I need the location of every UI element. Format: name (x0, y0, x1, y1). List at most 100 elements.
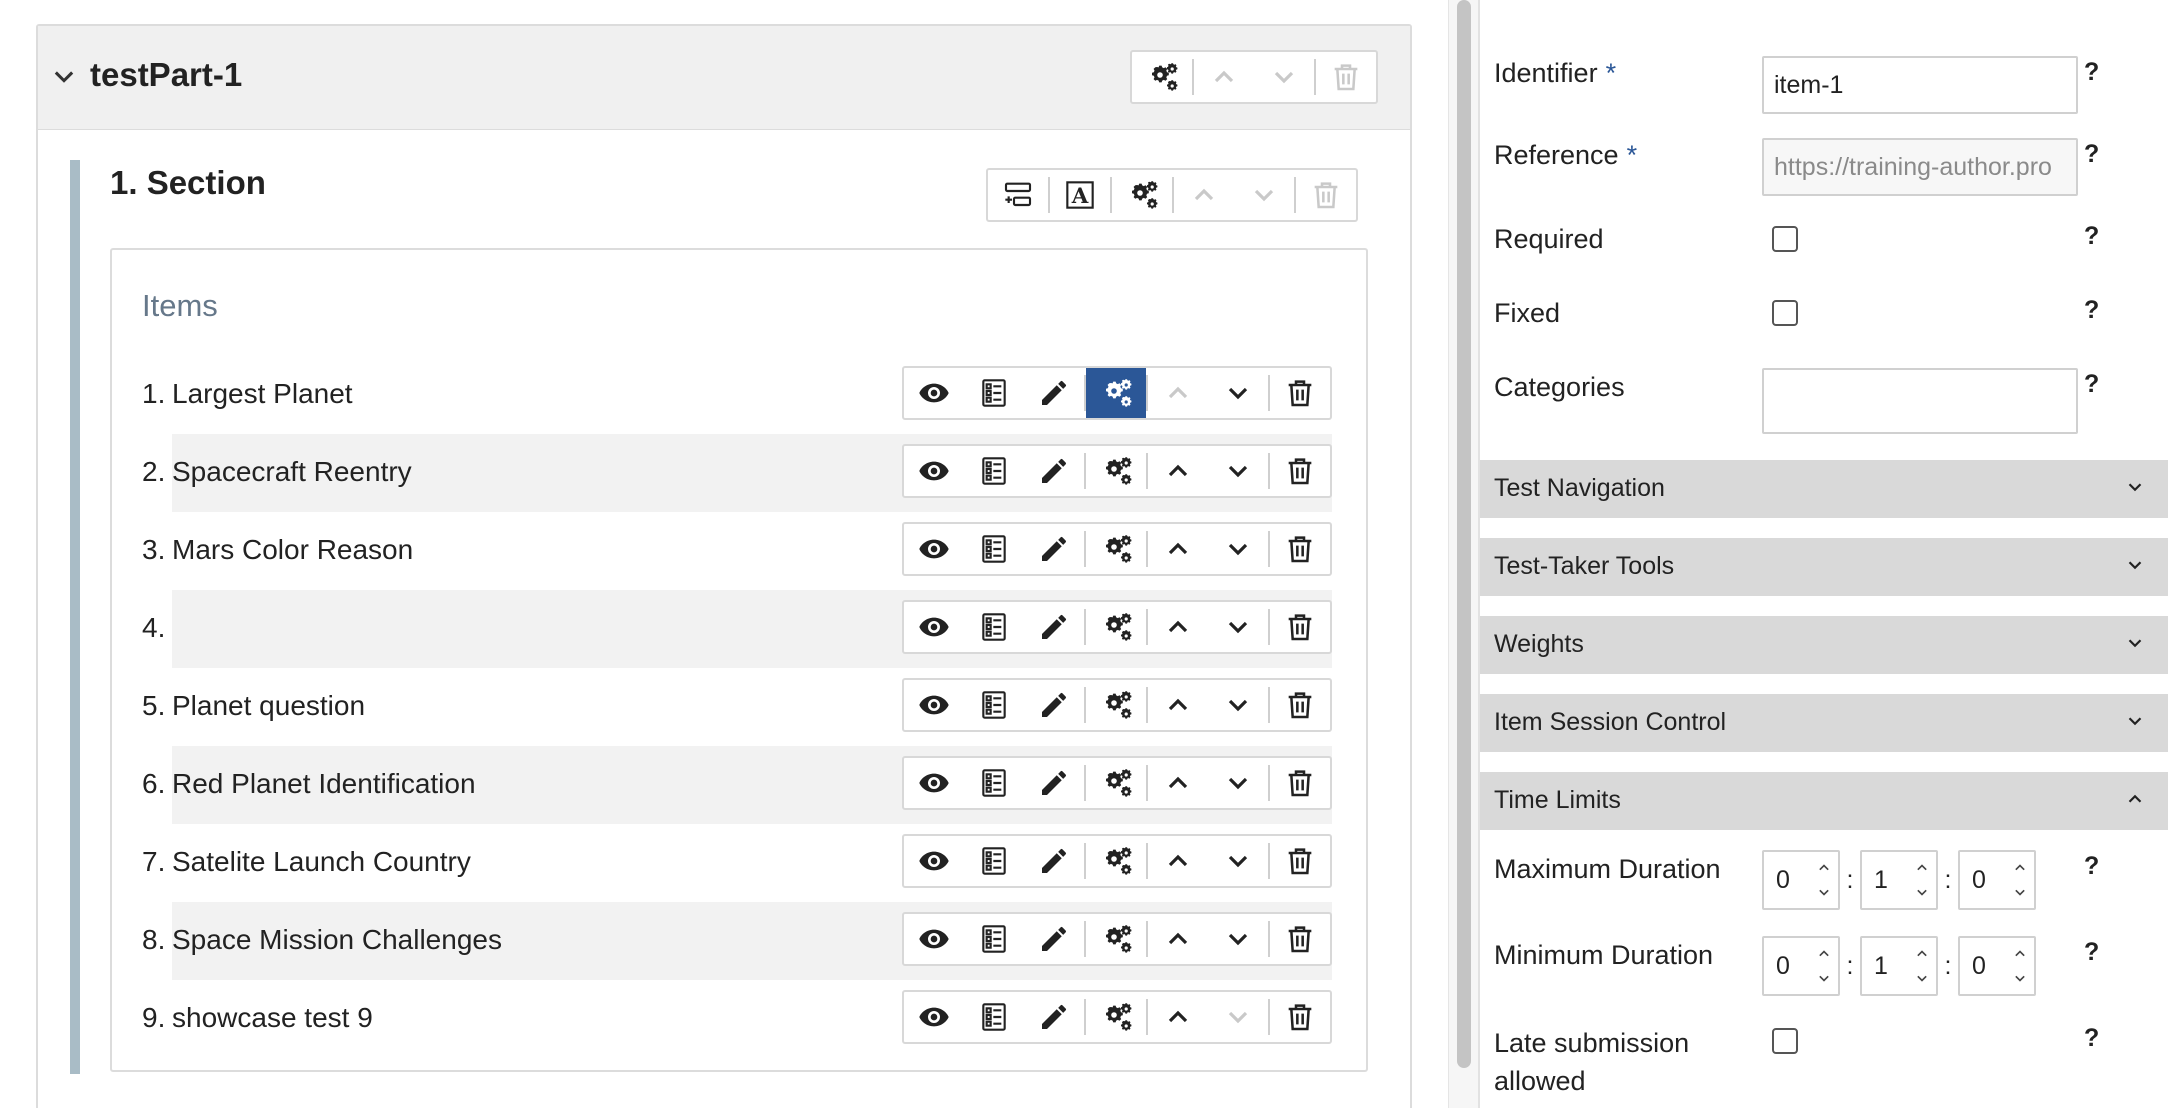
accordion-test-navigation[interactable]: Test Navigation (1480, 460, 2168, 518)
item-row[interactable]: 8. Space Mission Challenges (142, 902, 1332, 980)
item-move-down-button[interactable] (1208, 446, 1268, 496)
chevron-up-icon[interactable] (1814, 944, 1834, 964)
item-move-down-button[interactable] (1208, 680, 1268, 730)
item-row[interactable]: 1. Largest Planet (142, 356, 1332, 434)
chevron-down-icon[interactable] (1814, 968, 1834, 988)
item-edit-button[interactable] (1024, 758, 1084, 808)
required-checkbox[interactable] (1772, 226, 1798, 252)
item-row[interactable]: 9. showcase test 9 (142, 980, 1332, 1058)
item-settings-button[interactable] (1086, 368, 1146, 418)
minimum-duration-hours[interactable]: 0 (1762, 936, 1840, 996)
item-preview-button[interactable] (904, 836, 964, 886)
item-item-properties-button[interactable] (964, 992, 1024, 1042)
item-delete-button[interactable] (1270, 524, 1330, 574)
minimum-duration-help[interactable]: ? (2084, 938, 2099, 967)
fixed-checkbox[interactable] (1772, 300, 1798, 326)
late-submission-checkbox[interactable] (1772, 1028, 1798, 1054)
item-item-properties-button[interactable] (964, 368, 1024, 418)
maximum-duration-seconds[interactable]: 0 (1958, 850, 2036, 910)
item-move-down-button[interactable] (1208, 524, 1268, 574)
reference-input[interactable] (1762, 138, 2078, 196)
accordion-item-session-control[interactable]: Item Session Control (1480, 694, 2168, 752)
item-delete-button[interactable] (1270, 368, 1330, 418)
item-settings-button[interactable] (1086, 446, 1146, 496)
accordion-weights[interactable]: Weights (1480, 616, 2168, 674)
item-edit-button[interactable] (1024, 992, 1084, 1042)
item-edit-button[interactable] (1024, 836, 1084, 886)
item-settings-button[interactable] (1086, 914, 1146, 964)
add-item-button[interactable] (988, 170, 1048, 220)
item-move-up-button[interactable] (1148, 758, 1208, 808)
item-move-down-button[interactable] (1208, 602, 1268, 652)
maximum-duration-minutes[interactable]: 1 (1860, 850, 1938, 910)
scrollbar-thumb[interactable] (1457, 0, 1471, 1068)
chevron-up-icon[interactable] (1912, 944, 1932, 964)
chevron-down-icon[interactable] (1912, 968, 1932, 988)
section-move-up-button[interactable] (1174, 170, 1234, 220)
late-submission-help[interactable]: ? (2084, 1024, 2099, 1053)
item-preview-button[interactable] (904, 524, 964, 574)
item-settings-button[interactable] (1086, 992, 1146, 1042)
item-move-down-button[interactable] (1208, 758, 1268, 808)
add-rubric-block-button[interactable]: A (1050, 170, 1110, 220)
item-preview-button[interactable] (904, 368, 964, 418)
item-delete-button[interactable] (1270, 836, 1330, 886)
part-move-up-button[interactable] (1194, 52, 1254, 102)
item-delete-button[interactable] (1270, 914, 1330, 964)
item-move-down-button[interactable] (1208, 914, 1268, 964)
maximum-duration-hours[interactable]: 0 (1762, 850, 1840, 910)
item-move-up-button[interactable] (1148, 524, 1208, 574)
item-row[interactable]: 4. (142, 590, 1332, 668)
item-move-up-button[interactable] (1148, 368, 1208, 418)
scrollbar[interactable] (1448, 0, 1478, 1108)
chevron-up-icon[interactable] (1912, 858, 1932, 878)
item-move-up-button[interactable] (1148, 914, 1208, 964)
item-settings-button[interactable] (1086, 680, 1146, 730)
item-move-up-button[interactable] (1148, 836, 1208, 886)
section-move-down-button[interactable] (1234, 170, 1294, 220)
reference-help[interactable]: ? (2084, 140, 2099, 169)
item-settings-button[interactable] (1086, 836, 1146, 886)
item-delete-button[interactable] (1270, 992, 1330, 1042)
chevron-down-icon[interactable] (1814, 882, 1834, 902)
identifier-input[interactable] (1762, 56, 2078, 114)
item-preview-button[interactable] (904, 914, 964, 964)
item-edit-button[interactable] (1024, 914, 1084, 964)
minimum-duration-minutes[interactable]: 1 (1860, 936, 1938, 996)
categories-input[interactable] (1762, 368, 2078, 434)
chevron-up-icon[interactable] (1814, 858, 1834, 878)
item-item-properties-button[interactable] (964, 446, 1024, 496)
item-preview-button[interactable] (904, 446, 964, 496)
item-item-properties-button[interactable] (964, 836, 1024, 886)
maximum-duration-help[interactable]: ? (2084, 852, 2099, 881)
chevron-down-icon[interactable] (2010, 968, 2030, 988)
item-item-properties-button[interactable] (964, 758, 1024, 808)
item-item-properties-button[interactable] (964, 524, 1024, 574)
chevron-up-icon[interactable] (2010, 858, 2030, 878)
item-row[interactable]: 3. Mars Color Reason (142, 512, 1332, 590)
part-delete-button[interactable] (1316, 52, 1376, 102)
chevron-down-icon[interactable] (50, 62, 78, 90)
item-settings-button[interactable] (1086, 524, 1146, 574)
section-delete-button[interactable] (1296, 170, 1356, 220)
item-move-up-button[interactable] (1148, 992, 1208, 1042)
item-move-up-button[interactable] (1148, 680, 1208, 730)
item-move-up-button[interactable] (1148, 446, 1208, 496)
item-edit-button[interactable] (1024, 680, 1084, 730)
section-settings-button[interactable] (1112, 170, 1172, 220)
item-row[interactable]: 7. Satelite Launch Country (142, 824, 1332, 902)
item-preview-button[interactable] (904, 680, 964, 730)
item-delete-button[interactable] (1270, 680, 1330, 730)
minimum-duration-seconds[interactable]: 0 (1958, 936, 2036, 996)
item-item-properties-button[interactable] (964, 914, 1024, 964)
item-row[interactable]: 2. Spacecraft Reentry (142, 434, 1332, 512)
item-move-down-button[interactable] (1208, 368, 1268, 418)
item-item-properties-button[interactable] (964, 602, 1024, 652)
item-edit-button[interactable] (1024, 368, 1084, 418)
item-move-up-button[interactable] (1148, 602, 1208, 652)
chevron-up-icon[interactable] (2010, 944, 2030, 964)
fixed-help[interactable]: ? (2084, 296, 2099, 325)
item-settings-button[interactable] (1086, 758, 1146, 808)
item-move-down-button[interactable] (1208, 836, 1268, 886)
item-delete-button[interactable] (1270, 758, 1330, 808)
